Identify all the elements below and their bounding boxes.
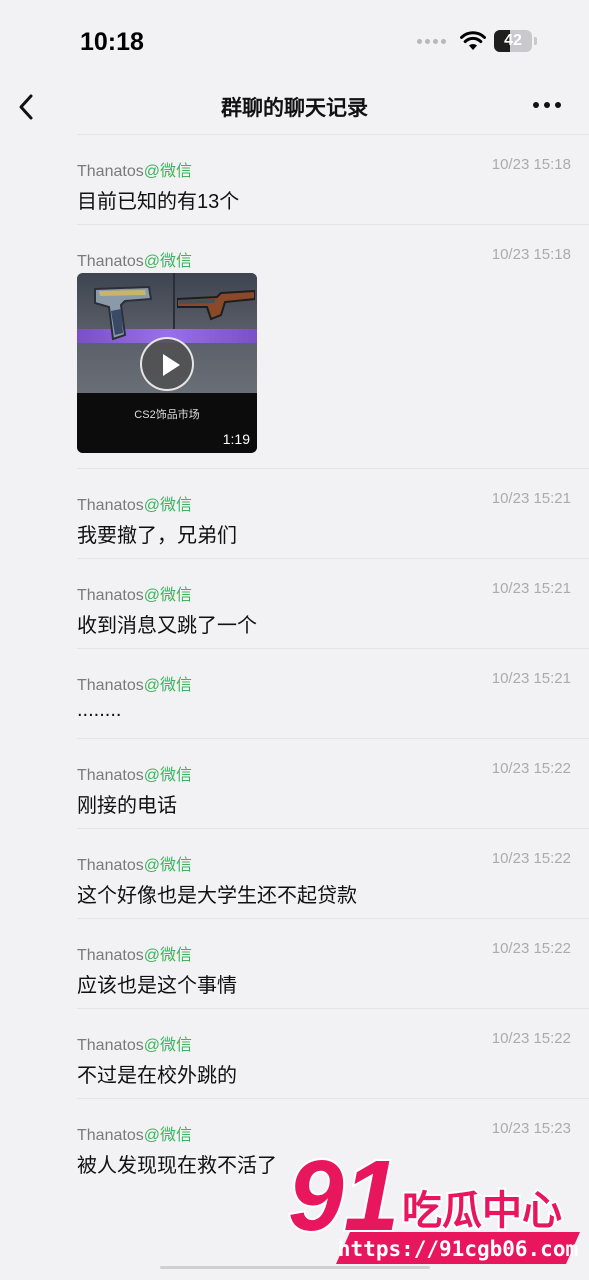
- sender-platform: @微信: [143, 587, 192, 604]
- message-item[interactable]: Thanatos@微信 10/23 15:21 收到消息又跳了一个: [77, 558, 589, 648]
- message-time: 10/23 15:21: [491, 490, 571, 507]
- watermark-logo: 91 吃瓜中心 https://91cgb06.com: [286, 1146, 580, 1264]
- message-sender: Thanatos@微信: [77, 1037, 192, 1054]
- status-time: 10:18: [80, 28, 144, 56]
- message-time: 10/23 15:22: [491, 1030, 571, 1047]
- sender-platform: @微信: [143, 1127, 192, 1144]
- message-item[interactable]: Thanatos@微信 10/23 15:21 ........: [77, 648, 589, 738]
- video-thumbnail[interactable]: CS2饰品市场 1:19: [77, 273, 257, 453]
- message-time: 10/23 15:21: [491, 580, 571, 597]
- message-text: 被人发现现在救不活了: [77, 1155, 277, 1177]
- message-text: 目前已知的有13个: [77, 191, 240, 213]
- message-sender: Thanatos@微信: [77, 497, 192, 514]
- message-sender: Thanatos@微信: [77, 947, 192, 964]
- pistol-illustration: [94, 285, 153, 341]
- sender-platform: @微信: [143, 947, 192, 964]
- sender-platform: @微信: [143, 767, 192, 784]
- message-item[interactable]: Thanatos@微信 10/23 15:21 我要撤了，兄弟们: [77, 468, 589, 558]
- message-text: 不过是在校外跳的: [77, 1065, 237, 1087]
- message-sender: Thanatos@微信: [77, 163, 192, 180]
- message-time: 10/23 15:22: [491, 940, 571, 957]
- message-sender: Thanatos@微信: [77, 1127, 192, 1144]
- sender-platform: @微信: [143, 163, 192, 180]
- message-time: 10/23 15:18: [491, 156, 571, 173]
- message-item[interactable]: Thanatos@微信 10/23 15:18 目前已知的有13个: [77, 134, 589, 224]
- message-sender: Thanatos@微信: [77, 587, 192, 604]
- video-duration: 1:19: [222, 431, 250, 447]
- status-indicators: 42: [417, 30, 537, 52]
- message-item-video[interactable]: Thanatos@微信 10/23 15:18 CS2饰品市场 1:19: [77, 224, 589, 468]
- sender-platform: @微信: [143, 1037, 192, 1054]
- battery-cap: [534, 37, 537, 45]
- message-text: 我要撤了，兄弟们: [77, 525, 237, 547]
- message-time: 10/23 15:22: [491, 850, 571, 867]
- message-text: ........: [77, 699, 122, 721]
- message-time: 10/23 15:21: [491, 670, 571, 687]
- video-caption: CS2饰品市场: [134, 409, 200, 421]
- cellular-signal-icon: [417, 38, 446, 44]
- message-text: 收到消息又跳了一个: [77, 615, 257, 637]
- wifi-icon: [460, 31, 486, 50]
- sender-platform: @微信: [143, 253, 192, 270]
- message-text: 刚接的电话: [77, 795, 177, 817]
- battery-icon: 42: [494, 30, 532, 52]
- more-icon[interactable]: [533, 102, 561, 108]
- message-item[interactable]: Thanatos@微信 10/23 15:22 不过是在校外跳的: [77, 1008, 589, 1098]
- message-item[interactable]: Thanatos@微信 10/23 15:22 应该也是这个事情: [77, 918, 589, 1008]
- page-title: 群聊的聊天记录: [221, 97, 368, 120]
- sender-platform: @微信: [143, 857, 192, 874]
- message-sender: Thanatos@微信: [77, 767, 192, 784]
- watermark-url: https://91cgb06.com: [338, 1237, 578, 1261]
- message-item[interactable]: Thanatos@微信 10/23 15:22 这个好像也是大学生还不起贷款: [77, 828, 589, 918]
- message-sender: Thanatos@微信: [77, 253, 192, 270]
- watermark-brand: 吃瓜中心: [402, 1188, 562, 1234]
- play-icon: [163, 354, 180, 376]
- message-sender: Thanatos@微信: [77, 677, 192, 694]
- battery-level: 42: [504, 32, 522, 49]
- nav-bar: 群聊的聊天记录: [0, 80, 589, 134]
- sender-platform: @微信: [143, 677, 192, 694]
- status-bar: 10:18 42: [0, 0, 589, 80]
- message-text: 应该也是这个事情: [77, 975, 237, 997]
- message-item[interactable]: Thanatos@微信 10/23 15:22 刚接的电话: [77, 738, 589, 828]
- message-list: Thanatos@微信 10/23 15:18 目前已知的有13个 Thanat…: [0, 134, 589, 1188]
- message-time: 10/23 15:23: [491, 1120, 571, 1137]
- shotgun-illustration: [177, 289, 255, 321]
- message-text: 这个好像也是大学生还不起贷款: [77, 885, 357, 907]
- message-sender: Thanatos@微信: [77, 857, 192, 874]
- home-indicator[interactable]: [160, 1266, 430, 1269]
- message-time: 10/23 15:22: [491, 760, 571, 777]
- message-time: 10/23 15:18: [491, 246, 571, 263]
- play-button[interactable]: [140, 337, 194, 391]
- thumbnail-divider: [173, 273, 175, 329]
- sender-platform: @微信: [143, 497, 192, 514]
